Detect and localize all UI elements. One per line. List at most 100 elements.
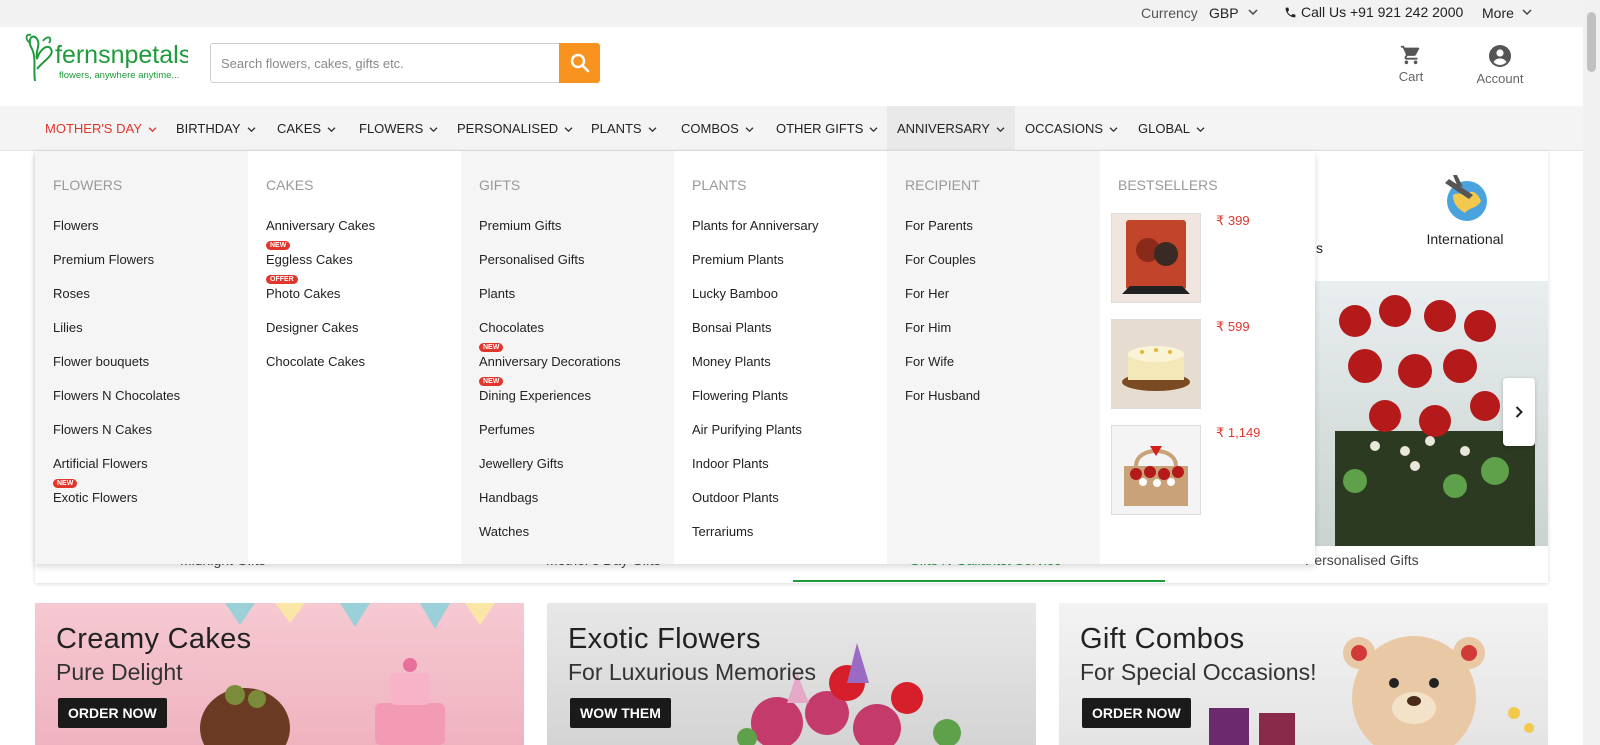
menu-link[interactable]: For Parents: [905, 218, 973, 233]
menu-link[interactable]: Chocolate Cakes: [266, 354, 365, 369]
menu-link[interactable]: For Husband: [905, 388, 980, 403]
nav-item-combos[interactable]: COMBOS: [681, 106, 754, 151]
menu-link[interactable]: Lilies: [53, 320, 83, 335]
chevron-down-icon[interactable]: [1248, 8, 1258, 16]
menu-link[interactable]: Plants for Anniversary: [692, 218, 818, 233]
menu-link[interactable]: For Couples: [905, 252, 976, 267]
menu-link[interactable]: Watches: [479, 524, 529, 539]
menu-link[interactable]: Anniversary Decorations: [479, 354, 621, 369]
bestseller-price[interactable]: ₹ 599: [1216, 319, 1250, 335]
menu-link[interactable]: Outdoor Plants: [692, 490, 779, 505]
nav-item-other-gifts[interactable]: OTHER GIFTS: [776, 106, 878, 151]
currency-select[interactable]: GBP: [1209, 5, 1239, 21]
nav-item-anniversary[interactable]: ANNIVERSARY: [887, 106, 1015, 151]
account-button[interactable]: Account: [1470, 44, 1530, 86]
menu-link[interactable]: Flower bouquets: [53, 354, 149, 369]
bestseller-image[interactable]: [1111, 319, 1201, 409]
site-header: fernsnpetals flowers, anywhere anytime..…: [0, 27, 1583, 106]
menu-link[interactable]: Flowers N Cakes: [53, 422, 152, 437]
menu-link[interactable]: Flowering Plants: [692, 388, 788, 403]
cart-icon: [1400, 45, 1420, 65]
nav-item-mothers-day[interactable]: MOTHER'S DAY: [45, 106, 157, 151]
cart-button[interactable]: Cart: [1393, 44, 1429, 84]
banner-gift-combos[interactable]: Gift Combos For Special Occasions! ORDER…: [1059, 603, 1548, 745]
slider-next-button[interactable]: [1503, 378, 1535, 446]
scrollbar-thumb[interactable]: [1587, 12, 1596, 72]
nav-label: PLANTS: [591, 121, 642, 136]
menu-link[interactable]: Terrariums: [692, 524, 753, 539]
account-label: Account: [1476, 71, 1524, 86]
nav-item-global[interactable]: GLOBAL: [1138, 106, 1205, 151]
search-input[interactable]: [221, 44, 561, 82]
nav-item-plants[interactable]: PLANTS: [591, 106, 657, 151]
tab-personalised-gifts[interactable]: Personalised Gifts: [1305, 552, 1419, 568]
nav-item-birthday[interactable]: BIRTHDAY: [176, 106, 256, 151]
page-scrollbar[interactable]: [1583, 0, 1600, 745]
menu-link[interactable]: Flowers N Chocolates: [53, 388, 180, 403]
bestseller-image[interactable]: [1111, 425, 1201, 515]
mega-column-plants: PLANTS Plants for Anniversary Premium Pl…: [674, 151, 887, 564]
banner-creamy-cakes[interactable]: Creamy Cakes Pure Delight ORDER NOW: [35, 603, 524, 745]
chevron-down-icon: [327, 127, 336, 133]
chevron-down-icon: [1196, 127, 1205, 133]
search-icon: [570, 53, 589, 73]
column-heading: GIFTS: [479, 177, 521, 193]
menu-link[interactable]: Perfumes: [479, 422, 535, 437]
menu-link[interactable]: For Him: [905, 320, 951, 335]
menu-link[interactable]: Lucky Bamboo: [692, 286, 778, 301]
menu-link[interactable]: Flowers: [53, 218, 99, 233]
banner-exotic-flowers[interactable]: Exotic Flowers For Luxurious Memories WO…: [547, 603, 1036, 745]
menu-link[interactable]: Anniversary Cakes: [266, 218, 375, 233]
bestseller-price[interactable]: ₹ 399: [1216, 213, 1250, 229]
chevron-down-icon: [247, 127, 255, 133]
order-now-button[interactable]: ORDER NOW: [58, 698, 167, 728]
chevron-down-icon[interactable]: [1522, 8, 1532, 16]
nav-label: OTHER GIFTS: [776, 121, 864, 136]
mega-menu: FLOWERS Flowers Premium Flowers Roses Li…: [35, 151, 1315, 564]
menu-link[interactable]: Air Purifying Plants: [692, 422, 802, 437]
menu-link[interactable]: Handbags: [479, 490, 538, 505]
search-button[interactable]: [559, 43, 600, 83]
call-us-link[interactable]: Call Us +91 921 242 2000: [1284, 4, 1463, 20]
menu-link[interactable]: For Wife: [905, 354, 954, 369]
chevron-down-icon: [745, 127, 754, 133]
menu-link[interactable]: Chocolates: [479, 320, 544, 335]
international-category[interactable]: International: [1405, 173, 1525, 247]
menu-link[interactable]: Premium Plants: [692, 252, 784, 267]
menu-link[interactable]: Roses: [53, 286, 90, 301]
bestseller-image[interactable]: [1111, 213, 1201, 303]
menu-link[interactable]: Personalised Gifts: [479, 252, 585, 267]
menu-link[interactable]: Plants: [479, 286, 515, 301]
menu-link[interactable]: For Her: [905, 286, 949, 301]
active-tab-underline: [793, 580, 1165, 582]
banner-title: Creamy Cakes: [56, 623, 252, 655]
logo-tagline: flowers, anywhere anytime...: [59, 70, 179, 81]
fernsnpetals-logo[interactable]: fernsnpetals flowers, anywhere anytime..…: [23, 29, 188, 87]
menu-link[interactable]: Designer Cakes: [266, 320, 359, 335]
nav-item-flowers[interactable]: FLOWERS: [359, 106, 438, 151]
menu-link[interactable]: Bonsai Plants: [692, 320, 772, 335]
menu-link[interactable]: Premium Gifts: [479, 218, 561, 233]
phone-icon: [1285, 7, 1296, 18]
nav-item-occasions[interactable]: OCCASIONS: [1025, 106, 1118, 151]
new-badge: NEW: [479, 377, 504, 386]
nav-item-personalised[interactable]: PERSONALISED: [457, 106, 573, 151]
menu-link[interactable]: Exotic Flowers: [53, 490, 138, 505]
nav-label: COMBOS: [681, 121, 739, 136]
new-badge: NEW: [479, 343, 504, 352]
menu-link[interactable]: Premium Flowers: [53, 252, 154, 267]
menu-link[interactable]: Money Plants: [692, 354, 771, 369]
menu-link[interactable]: Eggless Cakes: [266, 252, 353, 267]
menu-link[interactable]: Photo Cakes: [266, 286, 340, 301]
order-now-button[interactable]: ORDER NOW: [1082, 698, 1191, 728]
nav-item-cakes[interactable]: CAKES: [277, 106, 336, 151]
menu-link[interactable]: Dining Experiences: [479, 388, 591, 403]
banner-subtitle: Pure Delight: [56, 659, 183, 685]
wow-them-button[interactable]: WOW THEM: [570, 698, 671, 728]
bestseller-price[interactable]: ₹ 1,149: [1216, 425, 1260, 441]
menu-link[interactable]: Jewellery Gifts: [479, 456, 564, 471]
nav-label: OCCASIONS: [1025, 121, 1104, 136]
menu-link[interactable]: Artificial Flowers: [53, 456, 148, 471]
menu-link[interactable]: Indoor Plants: [692, 456, 769, 471]
more-menu[interactable]: More: [1482, 5, 1514, 21]
